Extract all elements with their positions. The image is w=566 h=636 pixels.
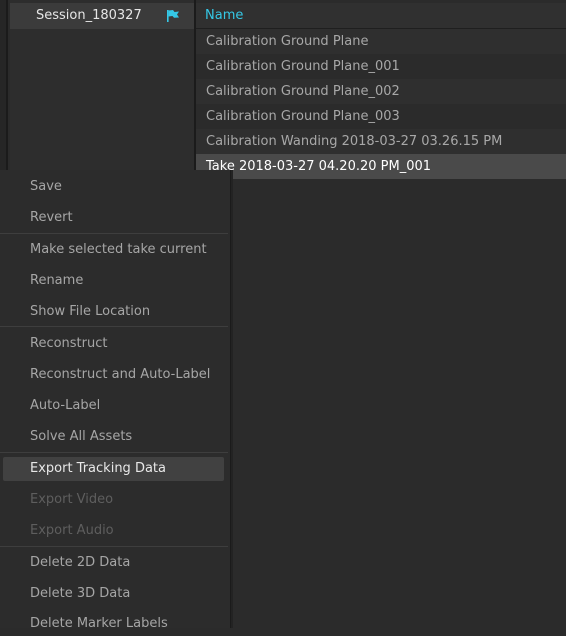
menu-item-delete-marker-labels[interactable]: Delete Marker Labels	[3, 612, 224, 636]
menu-item-make-current[interactable]: Make selected take current	[3, 238, 224, 262]
menu-item-export-video: Export Video	[30, 492, 114, 507]
take-row-selected[interactable]: Take 2018-03-27 04.20.20 PM_001	[196, 154, 566, 179]
take-list-panel: Name Calibration Ground Plane Calibratio…	[196, 0, 566, 628]
menu-separator	[0, 233, 228, 234]
menu-separator	[0, 546, 228, 547]
session-label: Session_180327	[36, 8, 142, 23]
menu-item-revert[interactable]: Revert	[3, 206, 224, 230]
take-row[interactable]: Calibration Ground Plane_002	[196, 79, 566, 104]
menu-item-auto-label[interactable]: Auto-Label	[3, 394, 224, 418]
take-row[interactable]: Calibration Ground Plane	[196, 29, 566, 54]
take-list-header[interactable]: Name	[196, 3, 566, 29]
menu-item-save[interactable]: Save	[3, 175, 224, 199]
menu-item-delete-3d-data[interactable]: Delete 3D Data	[3, 582, 224, 606]
take-row[interactable]: Calibration Ground Plane_001	[196, 54, 566, 79]
take-row[interactable]: Calibration Wanding 2018-03-27 03.26.15 …	[196, 129, 566, 154]
session-item[interactable]: Session_180327	[10, 3, 194, 29]
menu-item-reconstruct-auto-label[interactable]: Reconstruct and Auto-Label	[3, 363, 224, 387]
menu-item-reconstruct[interactable]: Reconstruct	[3, 332, 224, 356]
menu-item-export-audio: Export Audio	[30, 523, 114, 538]
name-column-header[interactable]: Name	[205, 8, 243, 23]
take-row[interactable]: Calibration Ground Plane_003	[196, 104, 566, 129]
menu-item-solve-all-assets[interactable]: Solve All Assets	[3, 425, 224, 449]
menu-item-show-file-location[interactable]: Show File Location	[3, 300, 224, 324]
context-menu: Save Revert Make selected take current R…	[0, 170, 231, 631]
menu-item-rename[interactable]: Rename	[3, 269, 224, 293]
menu-separator	[0, 326, 228, 327]
menu-item-delete-2d-data[interactable]: Delete 2D Data	[3, 551, 224, 575]
take-list: Calibration Ground Plane Calibration Gro…	[196, 29, 566, 179]
menu-separator	[0, 452, 228, 453]
flag-icon[interactable]	[166, 9, 180, 23]
menu-item-export-tracking-data[interactable]: Export Tracking Data	[3, 457, 224, 481]
